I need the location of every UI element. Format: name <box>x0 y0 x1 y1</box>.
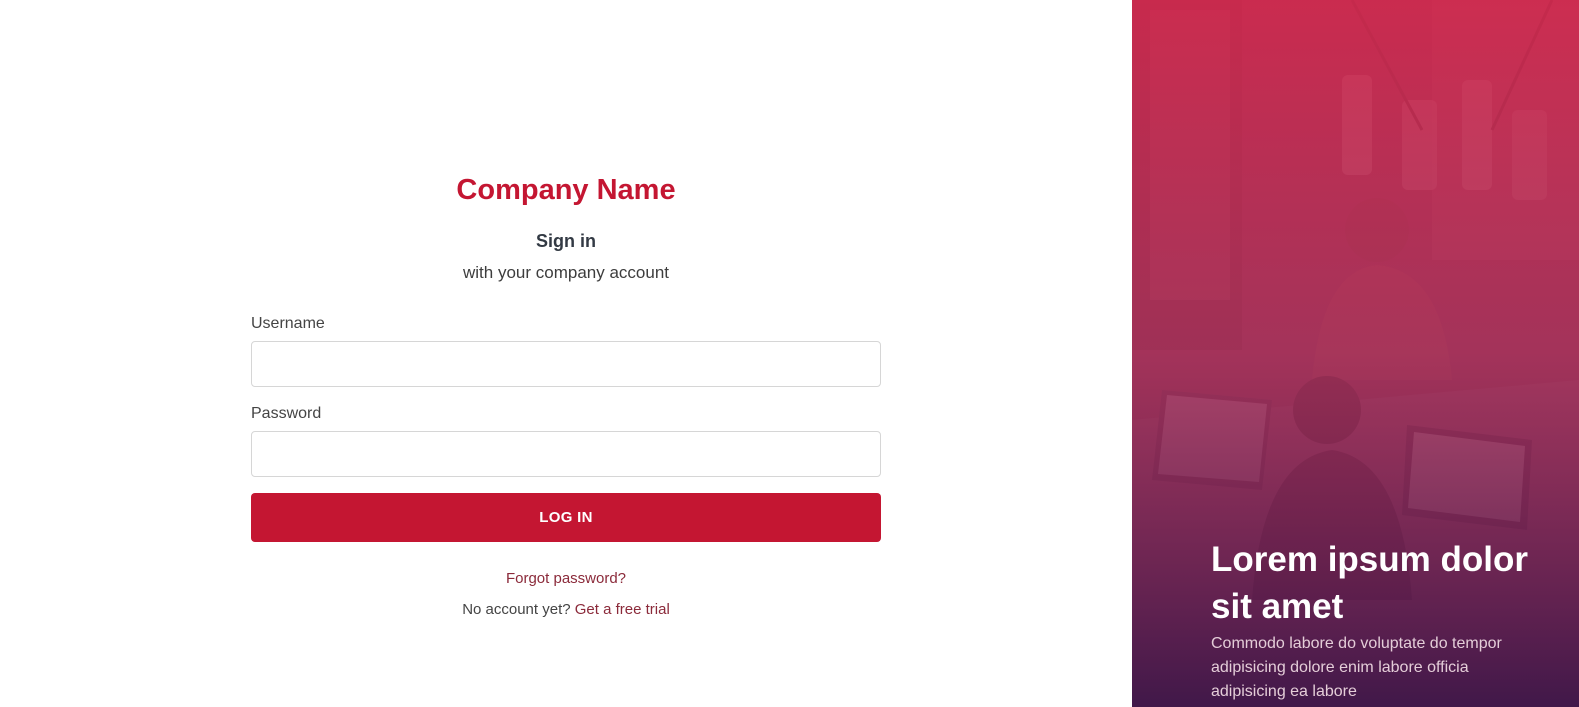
password-input[interactable] <box>251 431 881 477</box>
hero-panel: Lorem ipsum dolor sit amet Commodo labor… <box>1132 0 1579 707</box>
free-trial-link[interactable]: Get a free trial <box>575 601 670 618</box>
forgot-password-link[interactable]: Forgot password? <box>506 570 626 587</box>
password-label: Password <box>251 405 322 422</box>
hero-text: Lorem ipsum dolor sit amet Commodo labor… <box>1211 536 1541 704</box>
sign-in-subheading: with your company account <box>463 263 669 282</box>
login-form: Company Name Sign in with your company a… <box>251 170 881 620</box>
company-name: Company Name <box>456 174 676 206</box>
login-button[interactable]: LOG IN <box>251 493 881 542</box>
forgot-password-row: Forgot password? <box>251 569 881 589</box>
username-input[interactable] <box>251 341 881 387</box>
hero-title: Lorem ipsum dolor sit amet <box>1211 540 1528 626</box>
no-account-text: No account yet? <box>462 601 571 618</box>
login-panel: Company Name Sign in with your company a… <box>0 0 1132 707</box>
signup-row: No account yet? Get a free trial <box>251 600 881 620</box>
login-page: Company Name Sign in with your company a… <box>0 0 1579 707</box>
username-label: Username <box>251 315 325 332</box>
hero-body: Commodo labore do voluptate do tempor ad… <box>1211 635 1502 700</box>
sign-in-heading: Sign in <box>536 231 596 251</box>
